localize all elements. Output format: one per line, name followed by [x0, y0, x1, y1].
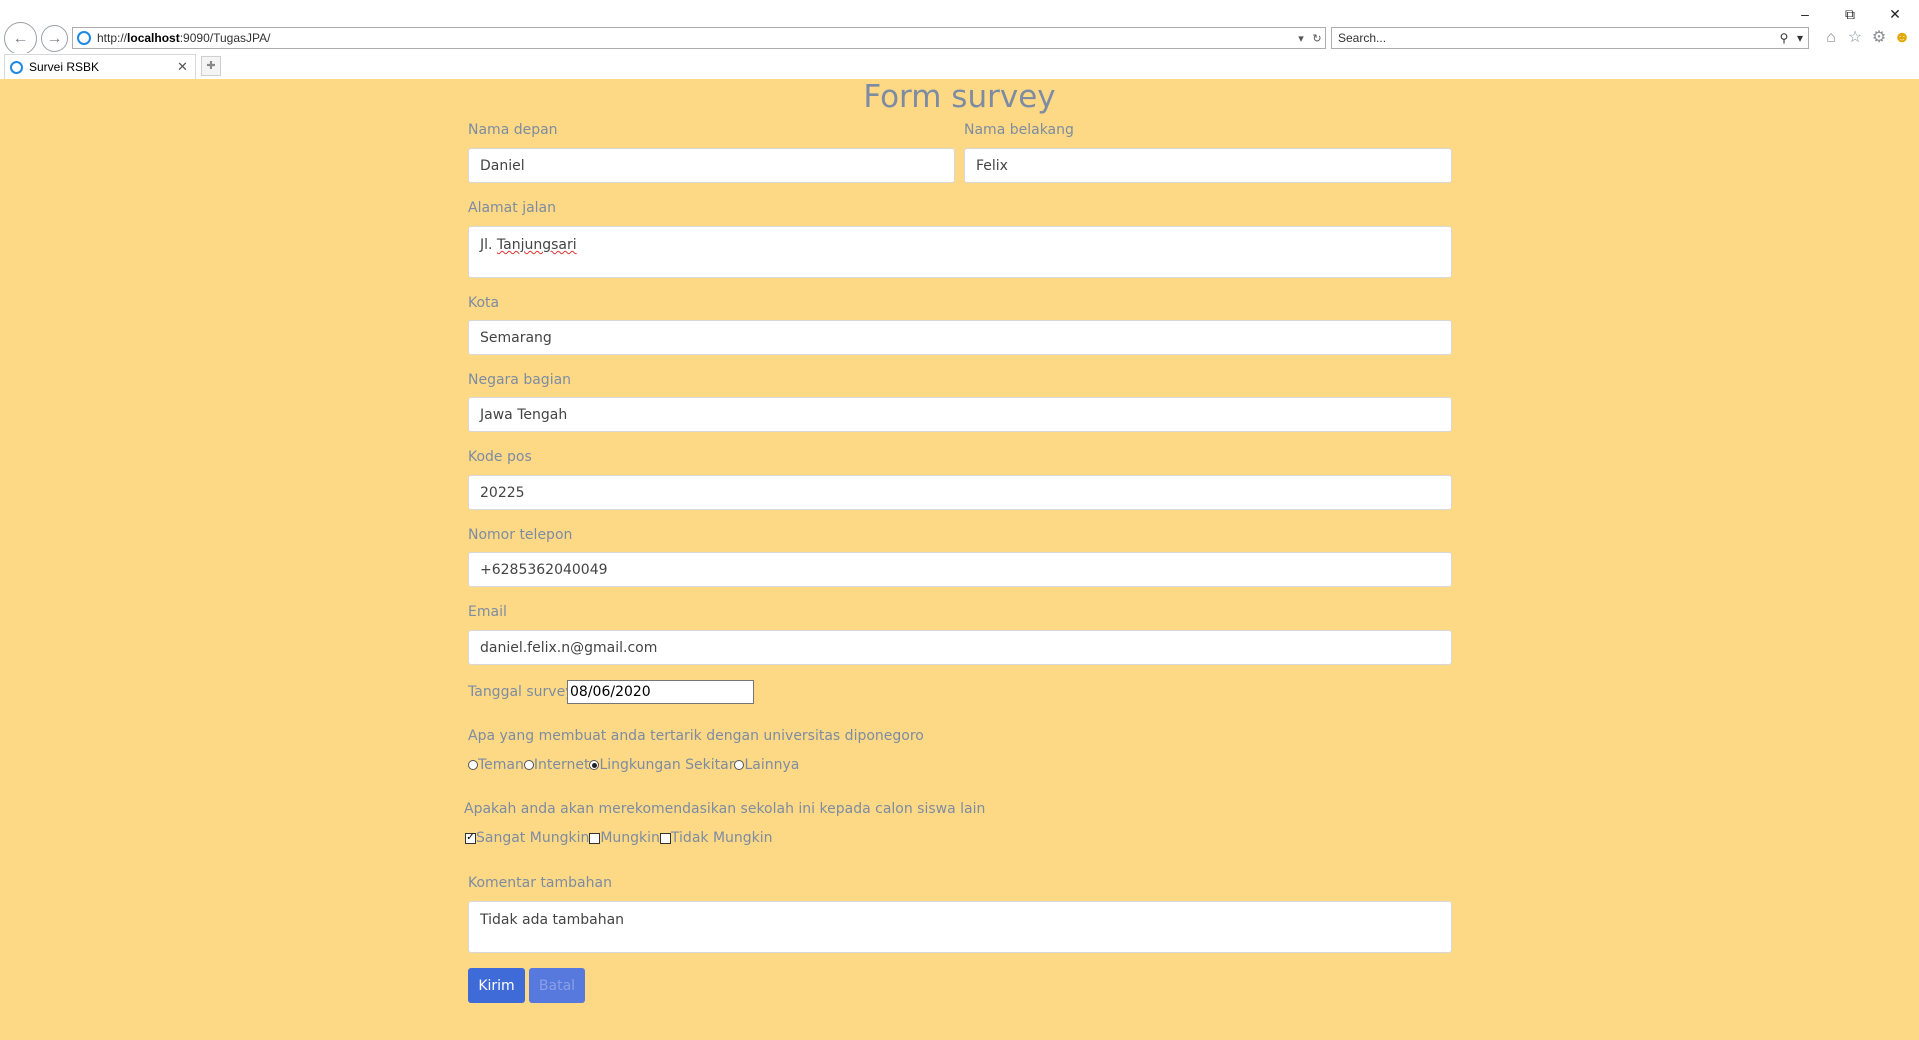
city-label: Kota [468, 295, 500, 311]
minimize-icon[interactable]: – [1790, 4, 1820, 24]
refresh-icon[interactable]: ↻ [1309, 32, 1325, 45]
street-prefix: Jl. [480, 237, 497, 253]
radio-lingkungan-sekitar[interactable] [589, 760, 600, 770]
radio-label: Teman [478, 757, 524, 773]
first-name-field[interactable]: Daniel [468, 148, 955, 183]
checkbox-sangat-mungkin[interactable]: ✓ [465, 832, 476, 844]
checkbox-tidak-mungkin[interactable] [659, 832, 671, 844]
radio-label: Lingkungan Sekitar [599, 757, 735, 773]
new-tab-icon[interactable]: ✚ [201, 56, 221, 76]
street-textarea[interactable]: Jl. Tanjungsari [468, 226, 1452, 278]
form-title: Form survey [863, 79, 1056, 115]
checkbox-label: Tidak Mungkin [670, 830, 773, 846]
smiley-icon[interactable]: ☻ [1893, 29, 1911, 47]
recommend-options: ✓ Sangat Mungkin Mungkin Tidak Mungkin [465, 830, 773, 846]
search-icon[interactable]: ⚲ [1776, 31, 1792, 45]
radio-lainnya[interactable] [734, 760, 745, 770]
survey-date-label: Tanggal survey [468, 684, 574, 700]
tab-close-icon[interactable]: ✕ [177, 59, 195, 75]
interest-question: Apa yang membuat anda tertarik dengan un… [468, 728, 924, 744]
search-dropdown-icon[interactable]: ▾ [1792, 31, 1808, 45]
phone-field[interactable]: +6285362040049 [468, 552, 1452, 587]
dropdown-icon[interactable]: ▾ [1293, 32, 1309, 45]
comment-label: Komentar tambahan [468, 875, 612, 891]
checkbox-mungkin[interactable] [589, 832, 601, 844]
radio-label: Internet [533, 757, 590, 773]
survey-date-field[interactable]: 08/06/2020 [567, 680, 754, 704]
url-text: http://localhost:9090/TugasJPA/ [97, 31, 271, 45]
gear-icon[interactable]: ⚙ [1870, 29, 1888, 47]
back-icon[interactable]: ← [4, 22, 37, 55]
search-box[interactable]: Search... ⚲ ▾ [1331, 27, 1809, 49]
tab-title: Survei RSBK [29, 60, 100, 74]
street-word: Tanjungsari [496, 237, 577, 253]
submit-button[interactable]: Kirim [468, 968, 525, 1003]
page-content: Form survey Nama depan Daniel Nama belak… [0, 79, 1919, 1040]
city-field[interactable]: Semarang [468, 320, 1452, 355]
star-icon[interactable]: ☆ [1846, 29, 1864, 47]
zip-field[interactable]: 20225 [468, 475, 1452, 510]
forward-icon[interactable]: → [41, 25, 68, 52]
restore-icon[interactable]: ⧉ [1835, 4, 1865, 24]
tab-survei[interactable]: Survei RSBK ✕ [4, 54, 196, 79]
state-label: Negara bagian [468, 372, 572, 388]
first-name-label: Nama depan [468, 122, 558, 138]
interest-options: Teman Internet Lingkungan Sekitar Lainny… [468, 757, 799, 773]
checkbox-label: Sangat Mungkin [476, 830, 590, 846]
radio-label: Lainnya [744, 757, 800, 773]
recommend-question: Apakah anda akan merekomendasikan sekola… [464, 801, 986, 817]
address-bar[interactable]: http://localhost:9090/TugasJPA/ ▾ ↻ [72, 27, 1326, 49]
last-name-label: Nama belakang [964, 122, 1074, 138]
ie-icon [10, 60, 23, 74]
radio-teman[interactable] [468, 760, 478, 770]
phone-label: Nomor telepon [468, 527, 573, 543]
street-label: Alamat jalan [468, 200, 557, 216]
state-field[interactable]: Jawa Tengah [468, 397, 1452, 432]
comment-textarea[interactable]: Tidak ada tambahan [468, 901, 1452, 953]
ie-icon [77, 31, 91, 45]
search-placeholder: Search... [1338, 31, 1387, 45]
home-icon[interactable]: ⌂ [1822, 29, 1840, 47]
email-field[interactable]: daniel.felix.n@gmail.com [468, 630, 1452, 665]
close-icon[interactable]: ✕ [1880, 4, 1910, 24]
checkbox-label: Mungkin [600, 830, 660, 846]
radio-internet[interactable] [523, 760, 534, 770]
tab-strip [0, 53, 1919, 79]
cancel-button[interactable]: Batal [529, 968, 585, 1003]
last-name-field[interactable]: Felix [964, 148, 1452, 183]
zip-label: Kode pos [468, 449, 532, 465]
email-label: Email [468, 604, 507, 620]
